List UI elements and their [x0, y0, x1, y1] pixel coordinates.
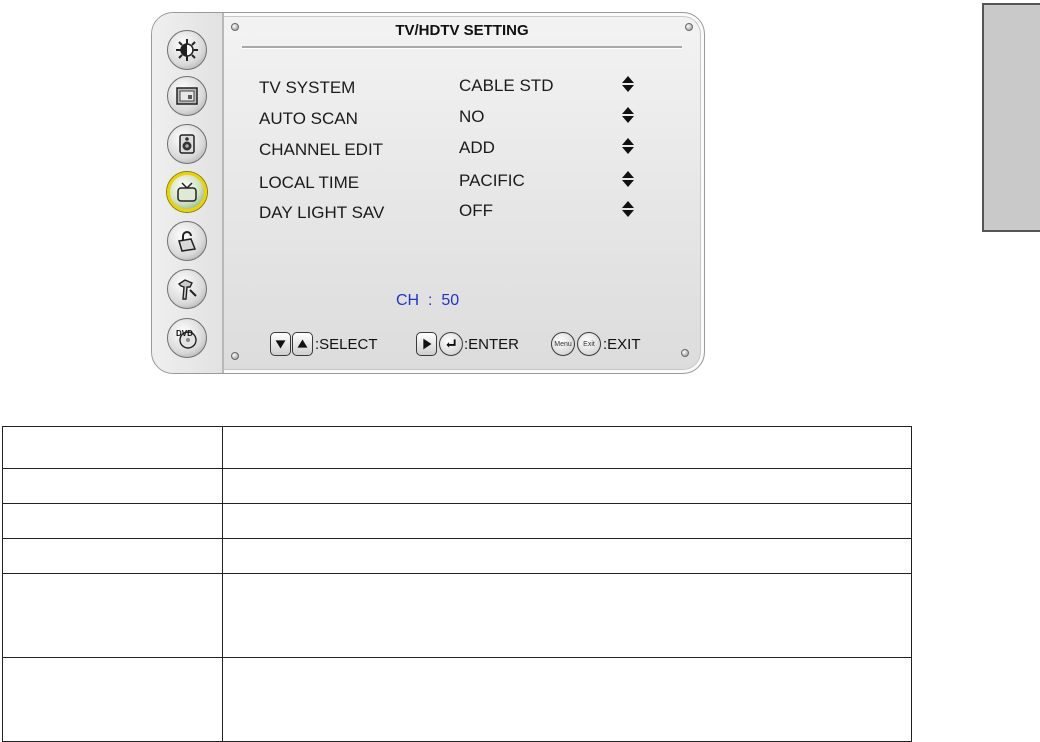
up-down-arrow-icon[interactable]	[621, 170, 635, 188]
setting-row-auto-scan[interactable]: AUTO SCAN NO	[259, 106, 679, 131]
table-cell	[2, 657, 223, 742]
up-down-arrow-icon[interactable]	[621, 137, 635, 155]
dvd-icon[interactable]: DVD	[167, 318, 207, 358]
setting-value: PACIFIC	[459, 171, 525, 190]
up-key-icon	[292, 332, 313, 356]
setting-value: NO	[459, 107, 485, 126]
screen-icon[interactable]	[167, 76, 207, 116]
setting-value: OFF	[459, 201, 493, 220]
table-cell	[222, 657, 912, 742]
table-cell	[222, 538, 912, 574]
exit-hint: :EXIT	[603, 336, 641, 353]
osd-panel: DVD TV/HDTV SETTING TV SYSTEM CABLE STD …	[151, 12, 705, 374]
table-row	[2, 538, 912, 574]
select-hint: :SELECT	[315, 336, 378, 353]
lock-icon[interactable]	[167, 221, 207, 261]
tv-icon[interactable]	[167, 172, 207, 212]
table-row	[2, 657, 912, 742]
setting-row-local-time[interactable]: LOCAL TIME PACIFIC	[259, 170, 679, 195]
down-key-icon	[270, 332, 291, 356]
table-cell	[222, 503, 912, 539]
title-divider	[242, 46, 682, 49]
table-cell	[222, 426, 912, 469]
table-row	[2, 573, 912, 658]
setup-icon[interactable]	[167, 269, 207, 309]
setting-row-channel-edit[interactable]: CHANNEL EDIT ADD	[259, 137, 679, 162]
setting-label: DAY LIGHT SAV	[259, 203, 385, 222]
up-down-arrow-icon[interactable]	[621, 106, 635, 124]
screw-top-left	[231, 23, 239, 31]
table-cell	[2, 538, 223, 574]
icon-rail: DVD	[152, 13, 224, 373]
screw-top-right	[685, 23, 693, 31]
table-cell	[222, 573, 912, 658]
table-cell	[2, 503, 223, 539]
exit-key-icon: Exit	[577, 332, 601, 356]
channel-readout: CH : 50	[396, 292, 460, 309]
settings-description-table	[2, 426, 912, 742]
screw-bottom-right	[681, 349, 689, 357]
setting-row-tv-system[interactable]: TV SYSTEM CABLE STD	[259, 75, 679, 100]
table-cell	[222, 468, 912, 504]
setting-value: CABLE STD	[459, 76, 554, 95]
audio-icon[interactable]	[167, 124, 207, 164]
section-tab	[982, 3, 1040, 232]
table-cell	[2, 468, 223, 504]
picture-icon[interactable]	[167, 30, 207, 70]
setting-value: ADD	[459, 138, 495, 157]
table-row	[2, 503, 912, 539]
setting-label: AUTO SCAN	[259, 109, 358, 128]
right-key-icon	[416, 332, 437, 356]
table-row	[2, 468, 912, 504]
setting-row-day-light-sav[interactable]: DAY LIGHT SAV OFF	[259, 200, 679, 225]
setting-label: TV SYSTEM	[259, 78, 356, 97]
screw-bottom-left	[231, 352, 239, 360]
table-cell	[2, 573, 223, 658]
svg-text:DVD: DVD	[176, 329, 193, 338]
menu-title: TV/HDTV SETTING	[395, 22, 529, 39]
table-cell	[2, 426, 223, 469]
setting-label: LOCAL TIME	[259, 173, 360, 192]
enter-key-icon	[439, 332, 463, 356]
menu-key-icon: Menu	[551, 332, 575, 356]
table-row	[2, 426, 912, 469]
up-down-arrow-icon[interactable]	[621, 75, 635, 93]
up-down-arrow-icon[interactable]	[621, 200, 635, 218]
setting-label: CHANNEL EDIT	[259, 140, 384, 159]
enter-hint: :ENTER	[464, 336, 520, 353]
